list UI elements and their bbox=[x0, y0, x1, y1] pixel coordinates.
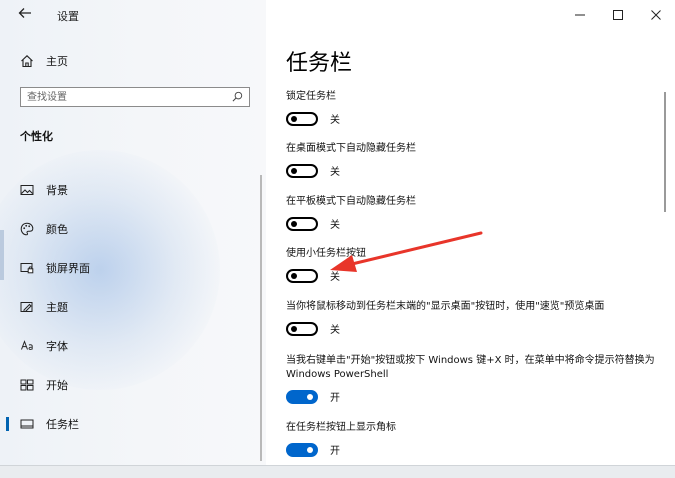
lock-screen-icon bbox=[20, 262, 34, 273]
toggle-switch[interactable] bbox=[286, 268, 318, 283]
close-icon bbox=[651, 10, 661, 20]
sidebar-item-lock-screen[interactable]: 锁屏界面 bbox=[0, 248, 266, 287]
settings-window: 设置 主页 个性化 背景 bbox=[0, 0, 675, 478]
setting-small-buttons: 使用小任务栏按钮 关 bbox=[286, 247, 656, 283]
toggle-knob bbox=[291, 220, 297, 227]
sidebar: 设置 主页 个性化 背景 bbox=[0, 0, 266, 466]
toggle-row: 关 bbox=[286, 268, 656, 283]
toggle-switch[interactable] bbox=[286, 216, 318, 231]
window-controls bbox=[561, 0, 675, 30]
toggle-row: 关 bbox=[286, 163, 656, 178]
sidebar-item-home[interactable]: 主页 bbox=[20, 53, 68, 69]
setting-autohide-desktop: 在桌面模式下自动隐藏任务栏 关 bbox=[286, 142, 656, 178]
sidebar-item-themes[interactable]: 主题 bbox=[0, 287, 266, 326]
toggle-state: 关 bbox=[330, 272, 340, 283]
toggle-knob bbox=[307, 446, 313, 453]
sidebar-nav: 背景 颜色 锁屏界面 主题 字体 开始 任务栏 bbox=[0, 170, 266, 443]
sidebar-item-label: 字体 bbox=[46, 339, 68, 353]
toggle-switch[interactable] bbox=[286, 321, 318, 336]
theme-icon bbox=[20, 301, 33, 312]
toggle-knob bbox=[307, 393, 313, 400]
setting-autohide-tablet: 在平板模式下自动隐藏任务栏 关 bbox=[286, 195, 656, 231]
toggle-knob bbox=[291, 115, 297, 122]
toggle-knob bbox=[291, 325, 297, 332]
setting-title: 锁定任务栏 bbox=[286, 91, 336, 102]
app-title: 设置 bbox=[57, 10, 79, 23]
toggle-switch[interactable] bbox=[286, 111, 318, 126]
toggle-state: 开 bbox=[330, 393, 340, 404]
setting-lock-taskbar: 锁定任务栏 关 bbox=[286, 90, 656, 126]
toggle-switch[interactable] bbox=[286, 389, 318, 404]
setting-peek-desktop: 当你将鼠标移动到任务栏末端的"显示桌面"按钮时，使用"速览"预览桌面 关 bbox=[286, 300, 656, 336]
bottom-strip bbox=[0, 465, 675, 478]
close-button[interactable] bbox=[637, 0, 675, 30]
image-icon bbox=[20, 184, 34, 195]
sidebar-item-label: 锁屏界面 bbox=[46, 261, 90, 275]
setting-title: 当你将鼠标移动到任务栏末端的"显示桌面"按钮时，使用"速览"预览桌面 bbox=[286, 301, 605, 312]
sidebar-item-taskbar[interactable]: 任务栏 bbox=[0, 404, 266, 443]
maximize-icon bbox=[613, 10, 623, 20]
toggle-state: 关 bbox=[330, 115, 340, 126]
setting-title: 使用小任务栏按钮 bbox=[286, 248, 366, 259]
minimize-icon bbox=[575, 14, 585, 16]
sidebar-item-label: 主题 bbox=[46, 300, 68, 314]
minimize-button[interactable] bbox=[561, 0, 599, 30]
sidebar-scrollbar[interactable] bbox=[260, 175, 262, 461]
sidebar-item-label: 颜色 bbox=[46, 222, 68, 236]
arrow-left-icon bbox=[18, 8, 31, 18]
font-icon bbox=[21, 339, 33, 350]
toggle-row: 开 bbox=[286, 442, 656, 457]
setting-badges: 在任务栏按钮上显示角标 开 bbox=[286, 421, 656, 457]
main-content: 任务栏 锁定任务栏 关 在桌面模式下自动隐藏任务栏 关 在平板模式下自动隐藏任务… bbox=[266, 0, 675, 466]
search-icon[interactable] bbox=[232, 91, 243, 102]
main-scrollbar[interactable] bbox=[664, 92, 666, 212]
setting-title: 当我右键单击"开始"按钮或按下 Windows 键+X 时，在菜单中将命令提示符… bbox=[286, 355, 655, 380]
toggle-row: 关 bbox=[286, 111, 656, 126]
taskbar-icon bbox=[20, 419, 34, 428]
toggle-state: 关 bbox=[330, 325, 340, 336]
toggle-state: 关 bbox=[330, 167, 340, 178]
start-icon bbox=[20, 379, 34, 390]
sidebar-item-background[interactable]: 背景 bbox=[0, 170, 266, 209]
toggle-row: 关 bbox=[286, 321, 656, 336]
palette-icon bbox=[20, 222, 34, 235]
sidebar-item-fonts[interactable]: 字体 bbox=[0, 326, 266, 365]
toggle-row: 开 bbox=[286, 389, 656, 404]
toggle-state: 开 bbox=[330, 446, 340, 457]
toggle-switch[interactable] bbox=[286, 442, 318, 457]
sidebar-item-label: 开始 bbox=[46, 378, 68, 392]
home-icon bbox=[21, 55, 33, 68]
search-box[interactable] bbox=[20, 87, 250, 107]
toggle-switch[interactable] bbox=[286, 163, 318, 178]
section-title: 个性化 bbox=[20, 130, 53, 143]
setting-title: 在任务栏按钮上显示角标 bbox=[286, 422, 396, 433]
title-bar: 设置 bbox=[0, 0, 266, 30]
maximize-button[interactable] bbox=[599, 0, 637, 30]
back-button[interactable] bbox=[16, 6, 34, 24]
search-input[interactable] bbox=[27, 90, 227, 104]
sidebar-item-start[interactable]: 开始 bbox=[0, 365, 266, 404]
sidebar-item-colors[interactable]: 颜色 bbox=[0, 209, 266, 248]
toggle-knob bbox=[291, 167, 297, 174]
toggle-state: 关 bbox=[330, 220, 340, 231]
sidebar-item-label: 背景 bbox=[46, 183, 68, 197]
sidebar-item-label: 任务栏 bbox=[46, 417, 79, 431]
page-title: 任务栏 bbox=[286, 51, 353, 76]
setting-title: 在平板模式下自动隐藏任务栏 bbox=[286, 196, 416, 207]
sidebar-item-label: 主页 bbox=[46, 55, 68, 68]
toggle-knob bbox=[291, 272, 297, 279]
setting-title: 在桌面模式下自动隐藏任务栏 bbox=[286, 143, 416, 154]
setting-powershell: 当我右键单击"开始"按钮或按下 Windows 键+X 时，在菜单中将命令提示符… bbox=[286, 354, 656, 404]
toggle-row: 关 bbox=[286, 216, 656, 231]
